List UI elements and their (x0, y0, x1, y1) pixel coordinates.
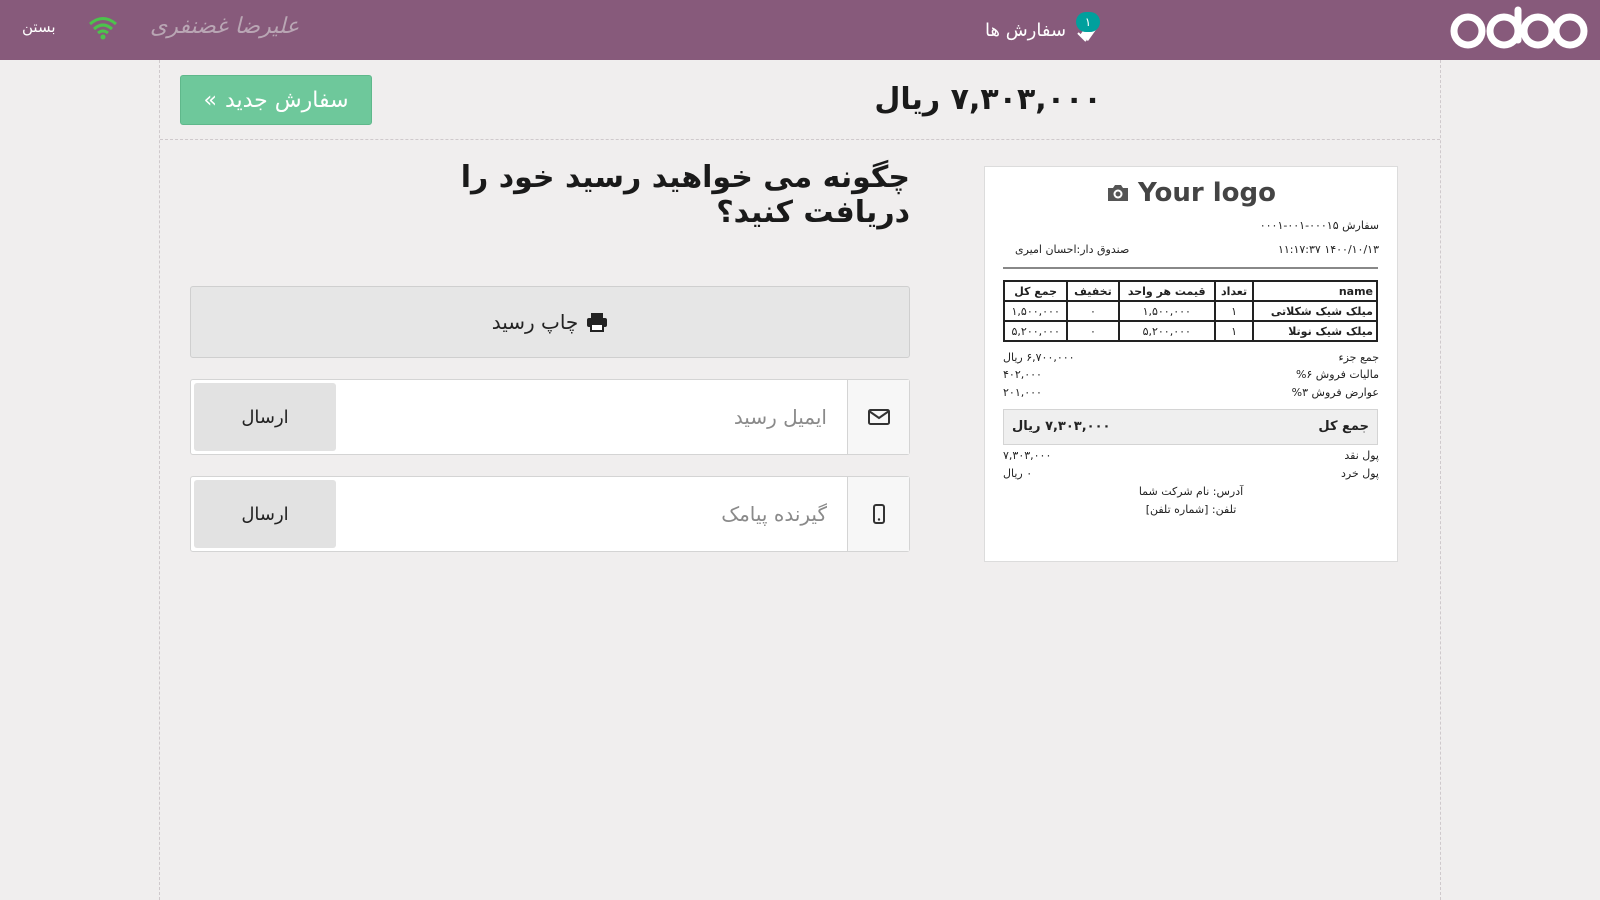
table-row: میلک شیک نوتلا ۱ ۵,۲۰۰,۰۰۰ ۰ ۵,۲۰۰,۰۰۰ (1002, 320, 1378, 342)
receipt-lines-table: name تعداد قیمت هر واحد تخفیف جمع کل میل… (1002, 280, 1378, 342)
table-cell: ۰ (1066, 300, 1120, 322)
screen-header: ۷,۳۰۳,۰۰۰ ریال سفارش جدید » (160, 60, 1440, 140)
column-header: جمع کل (1002, 280, 1069, 302)
table-header-row: name تعداد قیمت هر واحد تخفیف جمع کل (1002, 280, 1378, 302)
top-bar: سفارش ها ۱ علیرضا غضنفری بستن (0, 0, 1600, 60)
print-receipt-button[interactable]: چاپ رسید (190, 286, 910, 358)
duty-label: عوارض فروش ۳% (1291, 386, 1379, 399)
order-total: ۷,۳۰۳,۰۰۰ ریال (874, 82, 1102, 117)
receipt-address: آدرس: نام شرکت شما (1138, 485, 1244, 498)
payment-screen: ۷,۳۰۳,۰۰۰ ریال سفارش جدید » چگونه می خوا… (159, 60, 1441, 900)
email-receipt-row: ارسال (190, 379, 910, 455)
wifi-icon (89, 17, 117, 40)
receipt-divider (1003, 267, 1378, 269)
chevron-double-icon: » (203, 87, 217, 113)
subtotal-label: جمع جزء (1338, 351, 1379, 364)
tax-label: مالیات فروش ۶% (1295, 368, 1379, 381)
tax-value: ۴۰۲,۰۰۰ (1003, 368, 1042, 381)
table-cell: میلک شیک نوتلا (1252, 320, 1378, 342)
receipt-logo: Your logo (1101, 175, 1281, 211)
mobile-phone-icon (847, 477, 909, 551)
send-email-button[interactable]: ارسال (194, 383, 336, 451)
receipt-logo-text: Your logo (1138, 178, 1276, 208)
table-cell: ۱ (1213, 320, 1255, 342)
cash-label: پول نقد (1344, 449, 1379, 462)
subtotal-value: ۶,۷۰۰,۰۰۰ ریال (1003, 351, 1075, 364)
receipt-total-label: جمع کل (1318, 419, 1369, 434)
receipt-order-ref: سفارش ۰۰۰۱۵-۰۰۱-۰۰۰۱ (1259, 219, 1379, 232)
odoo-logo (1450, 6, 1588, 49)
printer-icon (587, 313, 608, 332)
table-row: میلک شیک شکلاتی ۱ ۱,۵۰۰,۰۰۰ ۰ ۱,۵۰۰,۰۰۰ (1002, 300, 1378, 322)
receipt-total-value: ۷,۳۰۳,۰۰۰ ریال (1012, 419, 1111, 434)
table-cell: ۱,۵۰۰,۰۰۰ (1117, 300, 1216, 322)
close-button[interactable]: بستن (22, 18, 56, 36)
new-order-label: سفارش جدید (224, 87, 349, 113)
cashier-name[interactable]: علیرضا غضنفری (150, 14, 299, 39)
receipt-cashier: صندوق دار:احسان امیری (1015, 243, 1130, 256)
email-input[interactable] (337, 380, 847, 454)
change-label: پول خرد (1340, 467, 1379, 480)
receipt-total-box: جمع کل ۷,۳۰۳,۰۰۰ ریال (1003, 409, 1378, 445)
column-header: name (1252, 280, 1378, 302)
receipt-datetime: ۱۴۰۰/۱۰/۱۳ ۱۱:۱۷:۳۷ (1277, 243, 1379, 256)
change-value: ۰ ریال (1003, 467, 1033, 480)
new-order-button[interactable]: سفارش جدید » (180, 75, 372, 125)
table-cell: ۱,۵۰۰,۰۰۰ (1002, 300, 1069, 322)
print-receipt-label: چاپ رسید (491, 310, 579, 334)
table-cell: ۵,۲۰۰,۰۰۰ (1002, 320, 1069, 342)
table-cell: ۵,۲۰۰,۰۰۰ (1117, 320, 1216, 342)
column-header: قیمت هر واحد (1117, 280, 1216, 302)
orders-count-badge: ۱ (1076, 12, 1100, 32)
duty-value: ۲۰۱,۰۰۰ (1003, 386, 1042, 399)
cash-value: ۷,۳۰۳,۰۰۰ (1003, 449, 1052, 462)
sms-receipt-row: ارسال (190, 476, 910, 552)
camera-icon (1108, 185, 1129, 201)
orders-label: سفارش ها (985, 19, 1067, 41)
receipt-question: چگونه می خواهید رسید خود را دریافت کنید؟ (460, 160, 910, 230)
receipt-phone: تلفن: [شماره تلفن] (1145, 503, 1237, 516)
sms-recipient-input[interactable] (337, 477, 847, 551)
send-sms-button[interactable]: ارسال (194, 480, 336, 548)
column-header: تعداد (1213, 280, 1255, 302)
table-cell: ۱ (1213, 300, 1255, 322)
table-cell: میلک شیک شکلاتی (1252, 300, 1378, 322)
receipt-preview: Your logo سفارش ۰۰۰۱۵-۰۰۱-۰۰۰۱ ۱۴۰۰/۱۰/۱… (984, 166, 1398, 562)
table-cell: ۰ (1066, 320, 1120, 342)
column-header: تخفیف (1066, 280, 1120, 302)
envelope-icon (847, 380, 909, 454)
